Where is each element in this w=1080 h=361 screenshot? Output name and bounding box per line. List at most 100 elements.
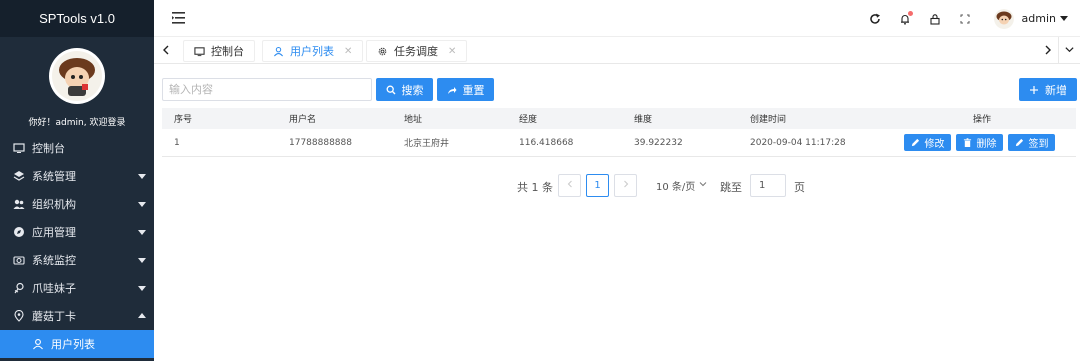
column-header: 操作 — [973, 115, 992, 125]
tab-label: 控制台 — [211, 45, 244, 58]
notification-dot — [907, 10, 913, 16]
close-icon[interactable]: ✕ — [344, 46, 352, 57]
add-button[interactable]: 新增 — [1019, 78, 1077, 101]
chevron-up-icon — [138, 313, 146, 318]
search-button[interactable]: 搜索 — [376, 78, 433, 101]
trash-icon — [963, 138, 972, 147]
column-header: 地址 — [404, 115, 423, 125]
pencil-icon — [911, 138, 920, 147]
goto-page-input[interactable]: 1 — [750, 174, 786, 197]
tab-label: 用户列表 — [290, 45, 334, 58]
top-header: admin — [154, 0, 1080, 37]
compass-icon — [13, 226, 25, 238]
column-header: 创建时间 — [750, 115, 787, 125]
cell-address: 北京王府井 — [404, 139, 450, 149]
chevron-down-icon — [138, 174, 146, 179]
tab-dashboard[interactable]: 控制台 — [183, 40, 255, 62]
app-title: SPTools v1.0 — [0, 0, 154, 37]
chevron-down-icon — [138, 202, 146, 207]
tab-label: 任务调度 — [394, 45, 438, 58]
avatar[interactable] — [49, 48, 105, 104]
prev-page-button[interactable] — [558, 174, 581, 197]
chevron-left-icon — [566, 180, 574, 191]
chevron-down-icon — [138, 258, 146, 263]
gear-icon — [377, 46, 388, 57]
sidebar-item-label: 应用管理 — [32, 226, 76, 239]
close-icon[interactable]: ✕ — [448, 46, 456, 57]
layers-icon — [13, 170, 25, 182]
sidebar-item-label: 爪哇妹子 — [32, 282, 76, 295]
user-icon — [32, 338, 44, 350]
refresh-icon[interactable] — [868, 12, 882, 26]
monitor-icon — [13, 142, 25, 154]
edit-button[interactable]: 修改 — [904, 134, 951, 151]
cell-index: 1 — [174, 137, 180, 148]
column-header: 用户名 — [289, 115, 317, 125]
chevron-down-icon — [699, 180, 707, 191]
cell-latitude: 39.922232 — [634, 137, 683, 148]
delete-button[interactable]: 删除 — [956, 134, 1003, 151]
menu-collapse-icon[interactable] — [172, 12, 185, 24]
sidebar-item-label: 用户列表 — [51, 338, 95, 351]
monitor-icon — [194, 46, 205, 57]
cell-longitude: 116.418668 — [519, 137, 574, 148]
chevron-down-icon — [138, 286, 146, 291]
chevron-down-icon — [138, 230, 146, 235]
chevron-down-icon[interactable] — [1060, 16, 1068, 21]
search-icon — [386, 85, 396, 95]
username-label[interactable]: admin — [1022, 12, 1056, 25]
fullscreen-icon[interactable] — [958, 12, 972, 26]
column-header: 经度 — [519, 115, 538, 125]
sidebar-item-dashboard[interactable]: 控制台 — [0, 134, 154, 162]
camera-icon — [13, 254, 25, 266]
chevron-right-icon[interactable] — [1042, 44, 1054, 56]
total-count: 共 1 条 — [517, 181, 553, 194]
plus-icon — [1029, 85, 1039, 95]
app-root: SPTools v1.0 你好！admin, 欢迎登录 控制台 系统管理 组织机… — [0, 0, 1080, 361]
sidebar-item-label: 系统管理 — [32, 170, 76, 183]
lock-icon[interactable] — [928, 12, 942, 26]
cell-created-time: 2020-09-04 11:17:28 — [750, 137, 846, 148]
chevron-left-icon[interactable] — [160, 44, 172, 56]
sidebar-menu: 控制台 系统管理 组织机构 应用管理 系统监控 爪哇妹子 蘑菇丁卡 用户列表 — [0, 134, 154, 358]
main-content: 搜索 重置 新增 序号 用户名 地址 经度 维度 创建时间 操作 — [154, 64, 1080, 361]
pencil-icon — [1015, 138, 1024, 147]
sidebar-item-monitor[interactable]: 系统监控 — [0, 246, 154, 274]
chevron-right-icon — [622, 180, 630, 191]
sidebar: SPTools v1.0 你好！admin, 欢迎登录 控制台 系统管理 组织机… — [0, 0, 154, 361]
sidebar-item-java-girl[interactable]: 爪哇妹子 — [0, 274, 154, 302]
goto-label: 跳至 — [720, 181, 742, 194]
users-icon — [13, 198, 25, 210]
tabs-dropdown-button[interactable] — [1058, 37, 1080, 64]
page-size-select[interactable]: 10 条/页 — [650, 174, 711, 197]
sidebar-item-apps[interactable]: 应用管理 — [0, 218, 154, 246]
sidebar-item-mogu-card[interactable]: 蘑菇丁卡 — [0, 302, 154, 330]
sidebar-item-user-list[interactable]: 用户列表 — [0, 330, 154, 358]
sign-in-button[interactable]: 签到 — [1008, 134, 1055, 151]
welcome-text: 你好！admin, 欢迎登录 — [28, 118, 126, 128]
table-row: 1 17788888888 北京王府井 116.418668 39.922232… — [162, 129, 1076, 157]
reset-button[interactable]: 重置 — [437, 78, 494, 101]
sidebar-item-label: 系统监控 — [32, 254, 76, 267]
sidebar-item-label: 蘑菇丁卡 — [32, 310, 76, 323]
cell-username: 17788888888 — [289, 137, 352, 148]
tab-user-list[interactable]: 用户列表 ✕ — [262, 40, 364, 62]
sidebar-item-label: 控制台 — [32, 142, 65, 155]
female-icon — [13, 282, 25, 294]
bell-icon[interactable] — [898, 10, 913, 26]
pagination: 共 1 条 1 10 条/页 跳至 1 页 — [480, 174, 1080, 197]
sidebar-item-system[interactable]: 系统管理 — [0, 162, 154, 190]
search-input[interactable] — [162, 78, 372, 101]
tab-task-scheduling[interactable]: 任务调度 ✕ — [366, 40, 468, 62]
page-number[interactable]: 1 — [586, 174, 609, 197]
column-header: 维度 — [634, 115, 653, 125]
column-header: 序号 — [174, 115, 193, 125]
sidebar-item-organization[interactable]: 组织机构 — [0, 190, 154, 218]
next-page-button[interactable] — [614, 174, 637, 197]
user-avatar[interactable] — [993, 8, 1014, 29]
user-icon — [273, 46, 284, 57]
sidebar-item-label: 组织机构 — [32, 198, 76, 211]
user-table: 序号 用户名 地址 经度 维度 创建时间 操作 1 17788888888 北京… — [162, 108, 1076, 157]
share-icon — [447, 85, 457, 95]
location-icon — [13, 310, 25, 322]
